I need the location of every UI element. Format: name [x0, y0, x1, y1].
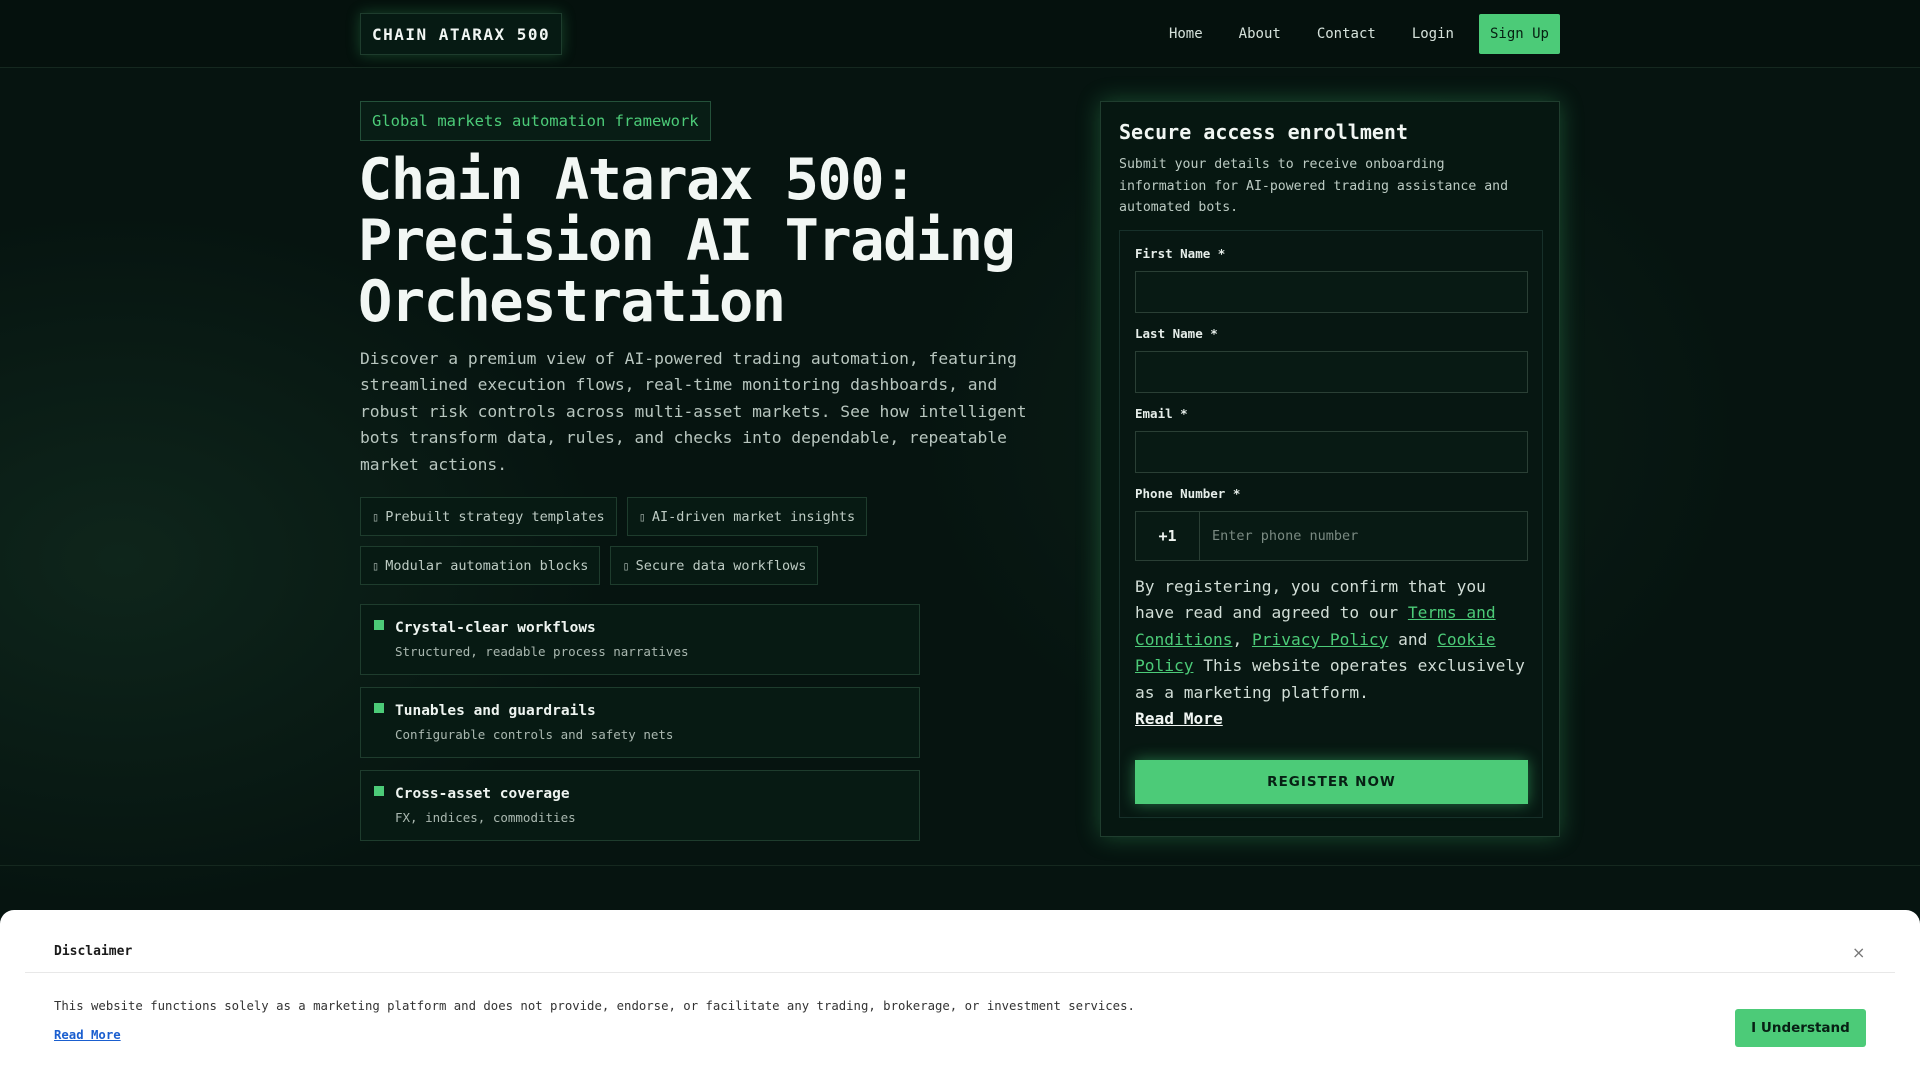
section-divider: [0, 865, 1920, 866]
chip-label: Prebuilt strategy templates: [385, 508, 605, 525]
email-label: Email *: [1135, 406, 1188, 421]
disclaimer-text: This website functions solely as a marke…: [54, 999, 1135, 1013]
first-name-label: First Name *: [1135, 246, 1226, 261]
nav-contact[interactable]: Contact: [1299, 26, 1394, 42]
nav-about[interactable]: About: [1221, 26, 1299, 42]
consent-text: By registering, you confirm that you hav…: [1135, 574, 1530, 732]
understand-button[interactable]: I Understand: [1735, 1009, 1866, 1047]
feature-subtitle: FX, indices, commodities: [395, 810, 576, 825]
phone-field[interactable]: [1200, 512, 1527, 560]
feature-subtitle: Structured, readable process narratives: [395, 644, 689, 659]
bullet-square-icon: [374, 786, 384, 796]
feature-cards: Crystal-clear workflows Structured, read…: [360, 604, 920, 853]
privacy-link[interactable]: Privacy Policy: [1252, 630, 1388, 649]
phone-input-group: +1: [1135, 511, 1528, 561]
chip-glyph-icon: ▯: [638, 509, 646, 524]
feature-subtitle: Configurable controls and safety nets: [395, 727, 674, 742]
registration-form: First Name * Last Name * Email * Phone N…: [1119, 230, 1543, 818]
main-nav: Home About Contact Login Sign Up: [1151, 14, 1560, 54]
consent-and: and: [1388, 629, 1438, 649]
signup-button[interactable]: Sign Up: [1478, 14, 1560, 54]
chip-automation-blocks: ▯ Modular automation blocks: [360, 546, 601, 585]
last-name-label: Last Name *: [1135, 326, 1218, 341]
chip-glyph-icon: ▯: [372, 509, 380, 524]
enrollment-title: Secure access enrollment: [1119, 120, 1408, 144]
consent-suffix: This website operates exclusively as a m…: [1135, 656, 1525, 702]
feature-card-cross-asset: Cross-asset coverage FX, indices, commod…: [360, 770, 920, 841]
phone-label: Phone Number *: [1135, 486, 1241, 501]
feature-card-workflows: Crystal-clear workflows Structured, read…: [360, 604, 920, 675]
register-button[interactable]: REGISTER NOW: [1135, 760, 1528, 804]
chip-label: Secure data workflows: [635, 557, 807, 574]
disclaimer-read-more-link[interactable]: Read More: [54, 1028, 121, 1042]
chip-label: AI-driven market insights: [651, 508, 856, 525]
country-code-selector[interactable]: +1: [1136, 512, 1200, 560]
chip-strategy-templates: ▯ Prebuilt strategy templates: [360, 497, 617, 536]
last-name-field[interactable]: [1135, 351, 1528, 393]
disclaimer-divider: [25, 972, 1895, 973]
bullet-square-icon: [374, 620, 384, 630]
brand-logo[interactable]: CHAIN ATARAX 500: [360, 13, 563, 55]
chip-market-insights: ▯ AI-driven market insights: [626, 497, 868, 536]
hero-title: Chain Atarax 500: Precision AI Trading O…: [358, 147, 1016, 335]
bullet-square-icon: [374, 703, 384, 713]
feature-title: Tunables and guardrails: [395, 703, 596, 719]
disclaimer-title: Disclaimer: [54, 944, 133, 959]
feature-card-guardrails: Tunables and guardrails Configurable con…: [360, 687, 920, 758]
enrollment-subtitle: Submit your details to receive onboardin…: [1119, 157, 1509, 215]
chip-label: Modular automation blocks: [385, 557, 589, 574]
nav-login[interactable]: Login: [1394, 26, 1472, 42]
feature-title: Cross-asset coverage: [395, 786, 570, 802]
chip-glyph-icon: ▯: [622, 558, 630, 573]
hero-description: Discover a premium view of AI-powered tr…: [360, 349, 1027, 474]
chip-data-workflows: ▯ Secure data workflows: [610, 546, 819, 585]
feature-title: Crystal-clear workflows: [395, 620, 596, 636]
consent-read-more-link[interactable]: Read More: [1135, 709, 1223, 728]
hero-tagline-badge: Global markets automation framework: [360, 101, 711, 141]
consent-comma: ,: [1232, 629, 1252, 649]
top-nav-bar: CHAIN ATARAX 500 Home About Contact Logi…: [0, 0, 1920, 68]
nav-home[interactable]: Home: [1151, 26, 1221, 42]
email-field[interactable]: [1135, 431, 1528, 473]
disclaimer-banner: Disclaimer × This website functions sole…: [0, 910, 1920, 1080]
close-icon[interactable]: ×: [1852, 943, 1865, 962]
feature-chips: ▯ Prebuilt strategy templates ▯ AI-drive…: [360, 497, 920, 585]
enrollment-panel: Secure access enrollment Submit your det…: [1100, 101, 1560, 837]
first-name-field[interactable]: [1135, 271, 1528, 313]
chip-glyph-icon: ▯: [372, 558, 380, 573]
